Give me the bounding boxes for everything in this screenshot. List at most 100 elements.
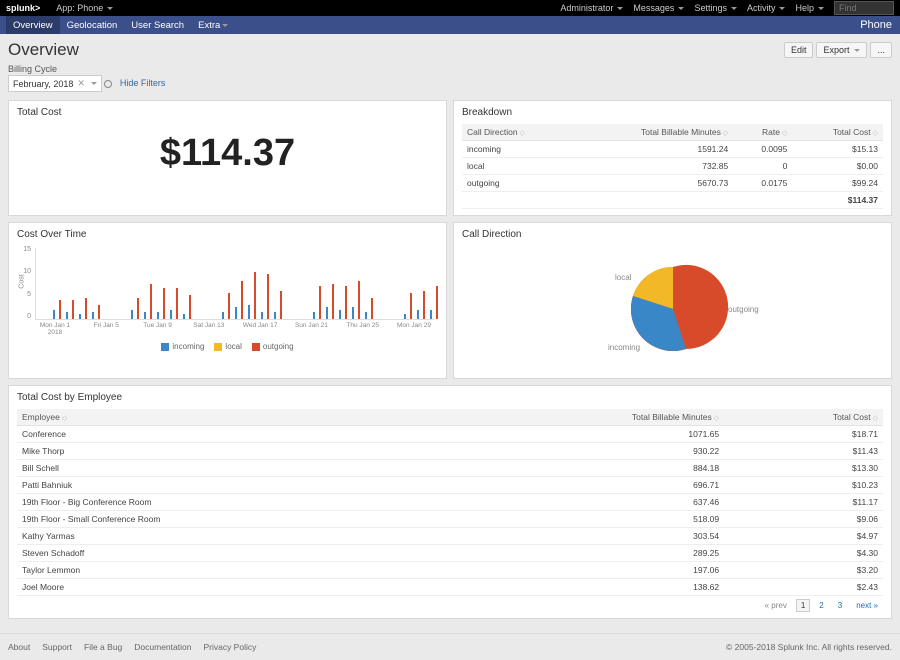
bar-day [365, 248, 373, 319]
panel-breakdown: Breakdown Call Direction◇ Total Billable… [453, 100, 892, 216]
footer-copyright: © 2005-2018 Splunk Inc. All rights reser… [726, 642, 892, 652]
chevron-down-icon [779, 7, 785, 10]
col-employee[interactable]: Employee◇ [17, 409, 444, 426]
bar-outgoing [150, 284, 152, 320]
activity-menu[interactable]: Activity [747, 3, 786, 13]
footer-link[interactable]: File a Bug [84, 642, 122, 652]
global-topbar: splunk> App: Phone Administrator Message… [0, 0, 900, 16]
splunk-logo[interactable]: splunk> [6, 3, 40, 13]
bar-incoming [430, 310, 432, 319]
bar-day [222, 248, 230, 319]
bar-outgoing [228, 293, 230, 319]
bar-day [261, 248, 269, 319]
bar-day [157, 248, 165, 319]
table-row: outgoing5670.730.0175$99.24 [462, 175, 883, 192]
bar-day [196, 248, 204, 319]
sort-icon: ◇ [723, 130, 728, 137]
table-row: Kathy Yarmas303.54$4.97 [17, 528, 883, 545]
bar-day [40, 248, 48, 319]
app-menu[interactable]: App: Phone [56, 3, 113, 13]
sort-icon: ◇ [782, 130, 787, 137]
find-input[interactable] [834, 1, 894, 15]
billing-cycle-select[interactable]: February, 2018 ✕ [8, 75, 102, 92]
bar-incoming [66, 312, 68, 319]
col-cost[interactable]: Total Cost◇ [792, 124, 883, 141]
help-menu[interactable]: Help [795, 3, 824, 13]
bar-incoming [326, 307, 328, 319]
pager: « prev 1 2 3 next » [17, 599, 883, 612]
more-button[interactable]: ... [870, 42, 892, 58]
bar-incoming [313, 312, 315, 319]
bar-day [339, 248, 347, 319]
bar-day [274, 248, 282, 319]
settings-menu[interactable]: Settings [694, 3, 737, 13]
col-cost[interactable]: Total Cost◇ [724, 409, 883, 426]
tab-extra[interactable]: Extra [191, 16, 235, 34]
messages-menu[interactable]: Messages [633, 3, 684, 13]
bar-outgoing [267, 274, 269, 319]
bar-outgoing [72, 300, 74, 319]
bar-outgoing [345, 286, 347, 319]
col-direction[interactable]: Call Direction◇ [462, 124, 574, 141]
employee-table: Employee◇ Total Billable Minutes◇ Total … [17, 409, 883, 596]
bar-day [79, 248, 87, 319]
billing-cycle-label: Billing Cycle [8, 64, 112, 74]
hide-filters-link[interactable]: Hide Filters [120, 78, 166, 88]
bar-outgoing [423, 291, 425, 319]
table-row: Mike Thorp930.22$11.43 [17, 443, 883, 460]
table-row: Patti Bahniuk696.71$10.23 [17, 477, 883, 494]
col-rate[interactable]: Rate◇ [733, 124, 792, 141]
footer-link[interactable]: Privacy Policy [203, 642, 256, 652]
bar-day [352, 248, 360, 319]
table-row-total: $114.37 [462, 192, 883, 209]
tab-user-search[interactable]: User Search [124, 16, 191, 34]
footer-link[interactable]: About [8, 642, 30, 652]
bar-incoming [417, 310, 419, 319]
tab-geolocation[interactable]: Geolocation [60, 16, 125, 34]
pager-prev[interactable]: « prev [760, 599, 792, 612]
bar-incoming [53, 310, 55, 319]
bar-incoming [144, 312, 146, 319]
bar-outgoing [254, 272, 256, 319]
gear-icon[interactable] [104, 80, 112, 88]
bar-incoming [235, 307, 237, 319]
bar-incoming [339, 310, 341, 319]
table-row: Taylor Lemmon197.06$3.20 [17, 562, 883, 579]
pager-page-1[interactable]: 1 [796, 599, 810, 612]
footer: About Support File a Bug Documentation Priva… [0, 633, 900, 660]
bar-day [326, 248, 334, 319]
user-menu[interactable]: Administrator [560, 3, 623, 13]
footer-link[interactable]: Documentation [134, 642, 191, 652]
panel-employee: Total Cost by Employee Employee◇ Total B… [8, 385, 892, 619]
table-row: incoming1591.240.0095$15.13 [462, 141, 883, 158]
table-row: Conference1071.65$18.71 [17, 426, 883, 443]
bar-outgoing [410, 293, 412, 319]
bar-day [430, 248, 438, 319]
bar-incoming [79, 314, 81, 319]
bar-day [118, 248, 126, 319]
export-button[interactable]: Export [816, 42, 867, 58]
bar-day [131, 248, 139, 319]
pager-next[interactable]: next » [851, 599, 883, 612]
pager-page-2[interactable]: 2 [814, 599, 828, 612]
pager-page-3[interactable]: 3 [833, 599, 847, 612]
clear-icon[interactable]: ✕ [77, 78, 85, 89]
col-minutes[interactable]: Total Billable Minutes◇ [444, 409, 724, 426]
tab-overview[interactable]: Overview [6, 16, 60, 34]
bar-incoming [170, 310, 172, 319]
bar-day [105, 248, 113, 319]
bar-outgoing [85, 298, 87, 319]
bar-plot [35, 248, 434, 320]
sort-icon: ◇ [520, 130, 525, 137]
pie-chart: local incoming outgoing [543, 254, 803, 364]
chevron-down-icon [678, 7, 684, 10]
app-brand: Phone [860, 19, 894, 31]
edit-button[interactable]: Edit [784, 42, 814, 58]
col-minutes[interactable]: Total Billable Minutes◇ [574, 124, 734, 141]
bar-incoming [352, 307, 354, 319]
table-row: 19th Floor - Small Conference Room518.09… [17, 511, 883, 528]
footer-link[interactable]: Support [42, 642, 72, 652]
bar-day [313, 248, 321, 319]
sort-icon: ◇ [873, 130, 878, 137]
bar-outgoing [98, 305, 100, 319]
